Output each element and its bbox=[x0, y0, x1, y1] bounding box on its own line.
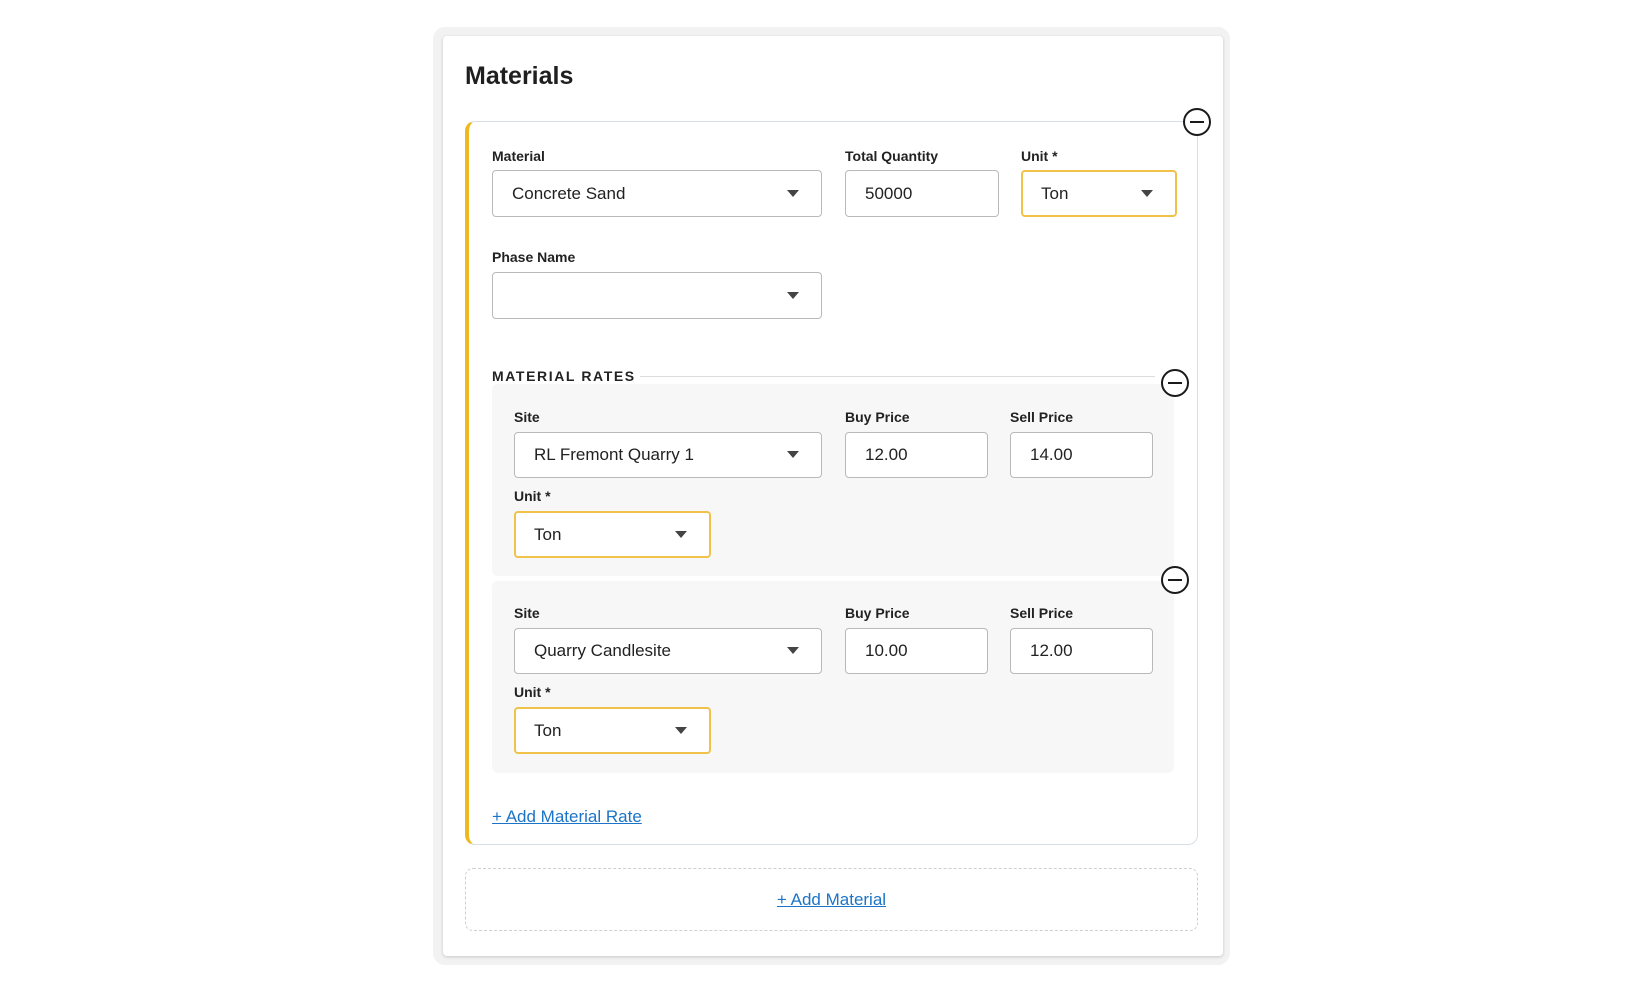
site-select-value: RL Fremont Quarry 1 bbox=[534, 445, 694, 464]
phase-name-select[interactable] bbox=[492, 272, 822, 319]
material-rates-title: MATERIAL RATES bbox=[492, 368, 636, 384]
rate-unit-label: Unit * bbox=[514, 684, 551, 700]
page-title: Materials bbox=[465, 62, 574, 90]
chevron-down-icon bbox=[787, 451, 799, 458]
chevron-down-icon bbox=[675, 530, 687, 538]
section-divider bbox=[640, 376, 1155, 377]
phase-name-label: Phase Name bbox=[492, 249, 576, 265]
sell-price-value: 12.00 bbox=[1030, 641, 1073, 660]
site-select[interactable]: RL Fremont Quarry 1 bbox=[514, 432, 822, 478]
chevron-down-icon bbox=[675, 726, 687, 734]
sell-price-input[interactable]: 12.00 bbox=[1010, 628, 1153, 674]
buy-price-label: Buy Price bbox=[845, 409, 910, 425]
buy-price-input[interactable]: 10.00 bbox=[845, 628, 988, 674]
remove-material-icon[interactable] bbox=[1183, 108, 1211, 136]
sell-price-label: Sell Price bbox=[1010, 605, 1074, 621]
rate-unit-select[interactable]: Ton bbox=[514, 707, 711, 754]
sell-price-label: Sell Price bbox=[1010, 409, 1074, 425]
total-quantity-input[interactable]: 50000 bbox=[845, 170, 999, 217]
site-select[interactable]: Quarry Candlesite bbox=[514, 628, 822, 674]
chevron-down-icon bbox=[787, 647, 799, 654]
unit-label: Unit * bbox=[1021, 148, 1058, 164]
buy-price-value: 10.00 bbox=[865, 641, 908, 660]
sell-price-value: 14.00 bbox=[1030, 445, 1073, 464]
unit-select-value: Ton bbox=[1041, 183, 1069, 203]
buy-price-label: Buy Price bbox=[845, 605, 910, 621]
remove-rate-icon[interactable] bbox=[1161, 566, 1189, 594]
rate-unit-select[interactable]: Ton bbox=[514, 511, 711, 558]
chevron-down-icon bbox=[787, 291, 799, 299]
rate-unit-label: Unit * bbox=[514, 488, 551, 504]
total-quantity-label: Total Quantity bbox=[845, 148, 939, 164]
chevron-down-icon bbox=[787, 189, 799, 197]
add-material-area[interactable]: + Add Material bbox=[465, 868, 1198, 931]
rate-unit-value: Ton bbox=[534, 720, 562, 740]
sell-price-input[interactable]: 14.00 bbox=[1010, 432, 1153, 478]
material-select-value: Concrete Sand bbox=[512, 183, 626, 203]
site-label: Site bbox=[514, 605, 540, 621]
add-material-link[interactable]: + Add Material bbox=[777, 890, 886, 910]
total-quantity-value: 50000 bbox=[865, 183, 913, 203]
site-select-value: Quarry Candlesite bbox=[534, 641, 672, 660]
material-select[interactable]: Concrete Sand bbox=[492, 170, 822, 217]
buy-price-input[interactable]: 12.00 bbox=[845, 432, 988, 478]
material-label: Material bbox=[492, 148, 545, 164]
site-label: Site bbox=[514, 409, 540, 425]
add-material-rate-link[interactable]: + Add Material Rate bbox=[492, 807, 642, 827]
chevron-down-icon bbox=[1141, 189, 1153, 197]
rate-unit-value: Ton bbox=[534, 524, 562, 544]
unit-select[interactable]: Ton bbox=[1021, 170, 1177, 217]
remove-rate-icon[interactable] bbox=[1161, 369, 1189, 397]
buy-price-value: 12.00 bbox=[865, 445, 908, 464]
